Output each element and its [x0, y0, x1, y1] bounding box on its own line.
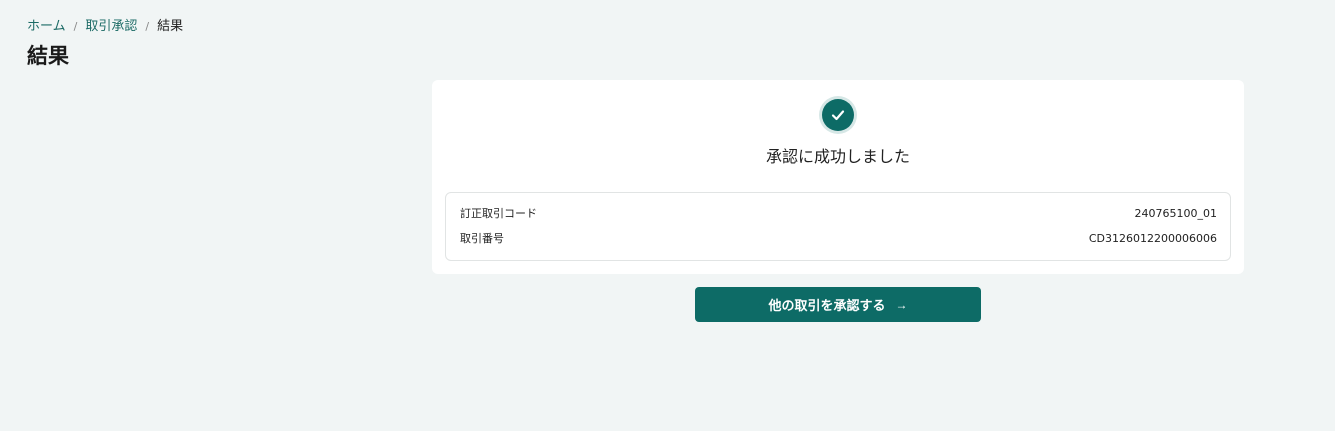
detail-label: 訂正取引コード: [460, 207, 537, 220]
breadcrumb-approval-link[interactable]: 取引承認: [85, 18, 137, 36]
result-card: 承認に成功しました 訂正取引コード 240765100_01 取引番号 CD31…: [432, 80, 1244, 274]
breadcrumb-separator: /: [145, 20, 150, 33]
breadcrumb-current: 結果: [157, 19, 184, 34]
check-icon-svg: [831, 110, 845, 121]
breadcrumb: ホーム / 取引承認 / 結果: [27, 18, 183, 36]
approve-other-label: 他の取引を承認する: [768, 298, 886, 313]
detail-row: 取引番号 CD3126012200006006: [460, 232, 1217, 246]
detail-label: 取引番号: [460, 232, 504, 245]
success-message: 承認に成功しました: [765, 147, 910, 166]
check-icon: [822, 99, 854, 131]
detail-box: 訂正取引コード 240765100_01 取引番号 CD312601220000…: [445, 192, 1231, 261]
detail-row: 訂正取引コード 240765100_01: [460, 207, 1217, 221]
arrow-right-icon: →: [895, 297, 908, 312]
breadcrumb-home-link[interactable]: ホーム: [27, 18, 66, 36]
approve-other-button[interactable]: 他の取引を承認する →: [695, 287, 981, 322]
breadcrumb-separator: /: [73, 20, 78, 33]
detail-value: 240765100_01: [1134, 207, 1217, 220]
detail-value: CD3126012200006006: [1088, 232, 1217, 245]
page-title: 結果: [27, 44, 69, 68]
